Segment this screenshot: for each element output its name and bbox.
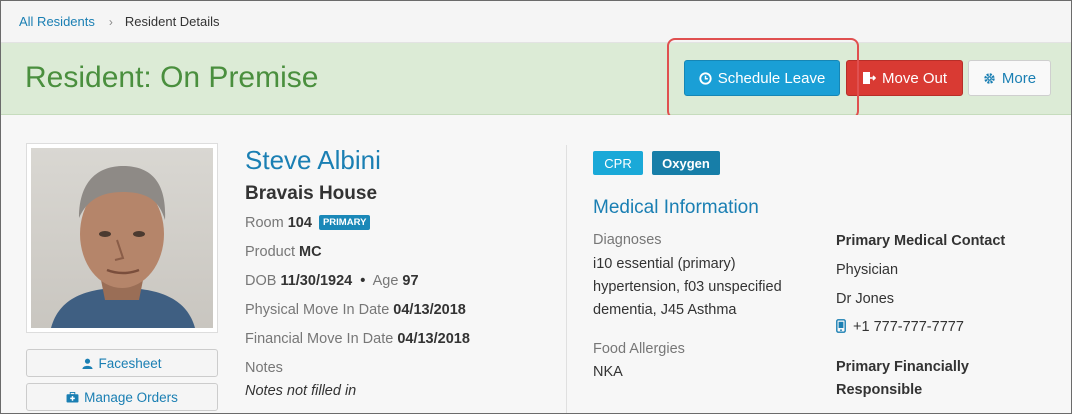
- manage-orders-button[interactable]: Manage Orders: [26, 383, 218, 411]
- facesheet-label: Facesheet: [98, 355, 162, 371]
- resident-house: Bravais House: [245, 183, 378, 204]
- tag-cpr: CPR: [593, 151, 643, 175]
- medkit-icon: [66, 391, 79, 403]
- physical-move-in-value: 04/13/2018: [393, 302, 466, 318]
- room-line: Room 104 PRIMARY: [245, 215, 371, 231]
- primary-financially-responsible-line-1: Primary Financially: [836, 359, 969, 375]
- product-label: Product: [245, 244, 295, 260]
- more-label: More: [1001, 69, 1037, 87]
- schedule-leave-label: Schedule Leave: [717, 69, 826, 87]
- room-label: Room: [245, 215, 284, 231]
- notes-label: Notes: [245, 360, 283, 376]
- primary-financially-responsible-line-2: Responsible: [836, 382, 923, 398]
- dob-label: DOB: [245, 273, 277, 289]
- move-out-label: Move Out: [881, 69, 948, 87]
- dob-line: DOB 11/30/1924 • Age 97: [245, 273, 419, 289]
- dob-age-separator: •: [360, 273, 366, 289]
- clock-icon: [699, 71, 712, 85]
- primary-medical-contact-label: Primary Medical Contact: [836, 233, 1006, 249]
- financial-move-in-label: Financial Move In Date: [245, 331, 394, 347]
- notes-value: Notes not filled in: [245, 383, 357, 399]
- resident-content: Facesheet Manage Orders Steve Albini Bra…: [1, 115, 1071, 413]
- contact-phone[interactable]: +1 777-777-7777: [853, 319, 964, 335]
- dob-value: 11/30/1924: [280, 273, 353, 289]
- contact-phone-line: +1 777-777-7777: [836, 319, 964, 335]
- schedule-leave-button[interactable]: Schedule Leave: [684, 60, 840, 96]
- facesheet-button[interactable]: Facesheet: [26, 349, 218, 377]
- breadcrumb-all-residents[interactable]: All Residents: [19, 14, 95, 29]
- physical-move-in-label: Physical Move In Date: [245, 302, 390, 318]
- column-divider: [566, 145, 567, 413]
- financial-move-in-line: Financial Move In Date 04/13/2018: [245, 331, 470, 347]
- breadcrumb: All Residents › Resident Details: [1, 1, 1071, 43]
- financial-move-in-value: 04/13/2018: [397, 331, 470, 347]
- resident-photo: [31, 148, 213, 328]
- resident-details-window: All Residents › Resident Details Residen…: [0, 0, 1072, 414]
- mobile-phone-icon: [836, 319, 846, 333]
- physical-move-in-line: Physical Move In Date 04/13/2018: [245, 302, 466, 318]
- room-value: 104: [287, 215, 312, 231]
- manage-orders-label: Manage Orders: [84, 389, 178, 405]
- resident-name[interactable]: Steve Albini: [245, 145, 381, 176]
- diagnoses-line-2: hypertension, f03 unspecified: [593, 279, 782, 295]
- tag-oxygen: Oxygen: [652, 151, 720, 175]
- page-title: Resident: On Premise: [25, 61, 319, 94]
- medical-information-title: Medical Information: [593, 197, 759, 218]
- status-header: Resident: On Premise Schedule Leave Move…: [1, 43, 1071, 115]
- diagnoses-line-1: i10 essential (primary): [593, 256, 736, 272]
- more-button[interactable]: More: [968, 60, 1051, 96]
- gear-icon: [983, 72, 996, 85]
- diagnoses-label: Diagnoses: [593, 232, 662, 248]
- age-label: Age: [372, 273, 399, 289]
- contact-role: Physician: [836, 262, 899, 278]
- age-value: 97: [402, 273, 419, 289]
- contact-name: Dr Jones: [836, 291, 895, 307]
- product-value: MC: [299, 244, 322, 260]
- exit-door-icon: [862, 71, 876, 85]
- resident-photo-frame: [26, 143, 218, 333]
- user-icon: [82, 358, 94, 369]
- breadcrumb-current: Resident Details: [124, 14, 220, 29]
- move-out-button[interactable]: Move Out: [846, 60, 963, 96]
- primary-badge: PRIMARY: [318, 215, 371, 230]
- diagnoses-line-3: dementia, J45 Asthma: [593, 302, 737, 318]
- breadcrumb-separator: ›: [108, 14, 113, 29]
- food-allergies-label: Food Allergies: [593, 341, 685, 357]
- product-line: Product MC: [245, 244, 322, 260]
- food-allergies-value: NKA: [593, 364, 623, 380]
